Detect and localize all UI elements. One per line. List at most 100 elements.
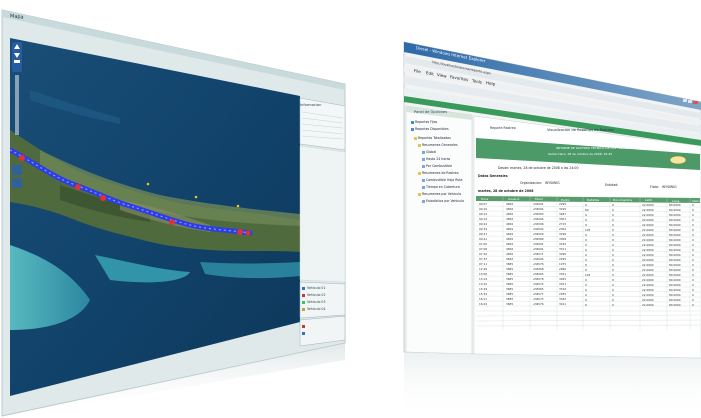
sidebar-item-resumenes-generales[interactable]: Resumenes Generales <box>422 143 458 147</box>
table-cell: 22.0000 <box>642 302 654 307</box>
table-cell: 9 <box>585 302 587 307</box>
table-cell: 80.0000 <box>669 248 681 253</box>
table-cell: 00:14 <box>479 212 488 216</box>
table-cell: 22.0000 <box>642 292 654 297</box>
table-cell: 13:22 <box>479 282 488 286</box>
organizacion-value: WYSIWIG <box>545 181 560 185</box>
table-cell: 00:34 <box>479 227 488 231</box>
table-cell: 22.0000 <box>642 287 654 292</box>
table-cell: 3685 <box>506 302 514 307</box>
table-cell: 0 <box>612 282 614 287</box>
table-cell: 80.0000 <box>669 303 681 308</box>
table-cell: 0 <box>692 258 694 263</box>
table-cell: 00:07 <box>479 202 488 206</box>
table-cell: 3685 <box>506 292 514 297</box>
table-cell: 80.0000 <box>669 253 681 258</box>
table-cell: 0 <box>612 292 614 297</box>
flota-label: Flota: <box>650 185 659 189</box>
table-cell: 22.0000 <box>642 257 654 262</box>
table-cell: 22.0000 <box>642 262 654 267</box>
table-cell: 3308 <box>559 237 567 242</box>
table-cell: 9 <box>585 282 587 287</box>
table-cell: 3287 <box>559 212 567 217</box>
flota-value: WYSIWIG <box>662 185 677 189</box>
table-cell: 0 <box>692 273 694 278</box>
table-cell: 22.0000 <box>642 297 654 302</box>
table-cell: 80.0000 <box>669 238 681 243</box>
table-cell: 2715 <box>559 222 567 227</box>
tab-reporte-rastreo[interactable]: Reporte Rastreo <box>490 126 516 130</box>
table-cell: 0 <box>692 253 694 258</box>
table-cell: 9 <box>585 232 587 237</box>
table-cell: 2960 <box>559 267 567 272</box>
table-cell: 22.0000 <box>642 227 654 232</box>
table-cell: vh8078 <box>533 277 544 282</box>
sidebar-item-combustible-hoja-ruta[interactable]: Combustible Hoja Ruta <box>426 178 463 182</box>
column-header[interactable]: Usuario <box>508 197 519 201</box>
table-cell: vh8094 <box>533 207 544 212</box>
table-cell: 3320 <box>559 297 567 302</box>
table-cell: 22.0000 <box>642 237 654 242</box>
table-cell: 9 <box>585 297 587 302</box>
table-cell: 12:49 <box>479 267 488 271</box>
table-cell: 80.0000 <box>669 223 681 228</box>
column-header[interactable]: Documentos <box>613 198 632 202</box>
table-cell: 80.0000 <box>669 298 681 303</box>
sidebar-item-resumenes-rastreo[interactable]: Resumenes de Rastreo <box>422 171 459 175</box>
table-cell: 22.0000 <box>642 267 654 272</box>
table-cell: vh8071 <box>533 292 544 297</box>
table-cell: 22.0000 <box>642 232 654 237</box>
table-cell: 4656 <box>506 202 514 207</box>
table-cell: 3195 <box>559 207 567 212</box>
table-cell: 22.0000 <box>642 252 654 257</box>
table-cell: 3195 <box>559 242 567 247</box>
sidebar-item-reportes-totalizados[interactable]: Reportes Totalizados <box>418 136 451 140</box>
sidebar-item-por-combustible[interactable]: Por Combustible <box>426 164 452 168</box>
table-cell: 3685 <box>506 282 514 287</box>
table-cell: 16:24 <box>479 302 488 306</box>
table-cell: 0 <box>692 293 694 298</box>
table-cell: 0 <box>612 212 614 217</box>
table-cell: 22.0000 <box>642 272 654 277</box>
column-header[interactable]: Punto <box>561 198 570 202</box>
menu-file[interactable]: File <box>414 68 421 74</box>
table-cell: 80.0000 <box>669 278 681 283</box>
sidebar-item-reportes-disponibles[interactable]: Reportes Disponibles <box>415 127 449 131</box>
table-cell: 9 <box>585 262 587 267</box>
sidebar-item-tiempo-cobertura[interactable]: Tiempo en Cobertura <box>426 185 460 189</box>
table-cell: 16:11 <box>479 297 488 301</box>
table-cell: 4656 <box>506 222 514 227</box>
table-cell: 0 <box>692 298 694 303</box>
sidebar-item-global[interactable]: Global <box>426 150 436 154</box>
table-cell: vh8091 <box>533 247 544 252</box>
table-cell: vh8065 <box>533 287 544 292</box>
table-cell: vh8071 <box>533 252 544 257</box>
table-cell: 0 <box>612 247 614 252</box>
table-cell: vh8073 <box>533 297 544 302</box>
table-cell: 9 <box>585 212 587 217</box>
table-cell: 4656 <box>506 207 514 212</box>
table-cell: 3196 <box>559 232 567 237</box>
table-cell: 3011 <box>559 302 567 307</box>
column-header[interactable]: Latit. <box>645 198 653 202</box>
column-header[interactable]: Detalles <box>587 198 599 202</box>
column-header[interactable]: Movil <box>535 197 543 201</box>
table-cell: 2935 <box>559 292 567 297</box>
table-cell: 80.0000 <box>669 203 681 208</box>
table-cell: 103 <box>585 227 591 232</box>
table-cell: 4656 <box>506 257 514 262</box>
sidebar-item-estadistica-vehiculo[interactable]: Estadistica por Vehiculo <box>426 199 464 203</box>
column-header[interactable]: Hora <box>481 197 488 201</box>
report-header-line: Santa Clara, 28 de octubre de 2008, 10:4… <box>548 152 613 156</box>
table-cell: 3685 <box>506 267 514 272</box>
table-cell: 3290 <box>559 252 567 257</box>
table-cell: 0 <box>692 223 694 228</box>
table-cell: 9 <box>585 267 587 272</box>
sidebar-item-hasta-24-horas[interactable]: Hasta 24 horas <box>426 157 450 161</box>
sidebar-item-resumenes-vehiculo[interactable]: Resumenes por Vehiculo <box>422 192 461 196</box>
table-cell: 80.0000 <box>669 293 681 298</box>
sidebar-item-reportes-fijos[interactable]: Reportes Fijos <box>415 120 437 124</box>
table-cell: 3045 <box>559 277 567 282</box>
table-cell: 4656 <box>506 227 514 232</box>
table-cell: 2295 <box>559 257 567 262</box>
